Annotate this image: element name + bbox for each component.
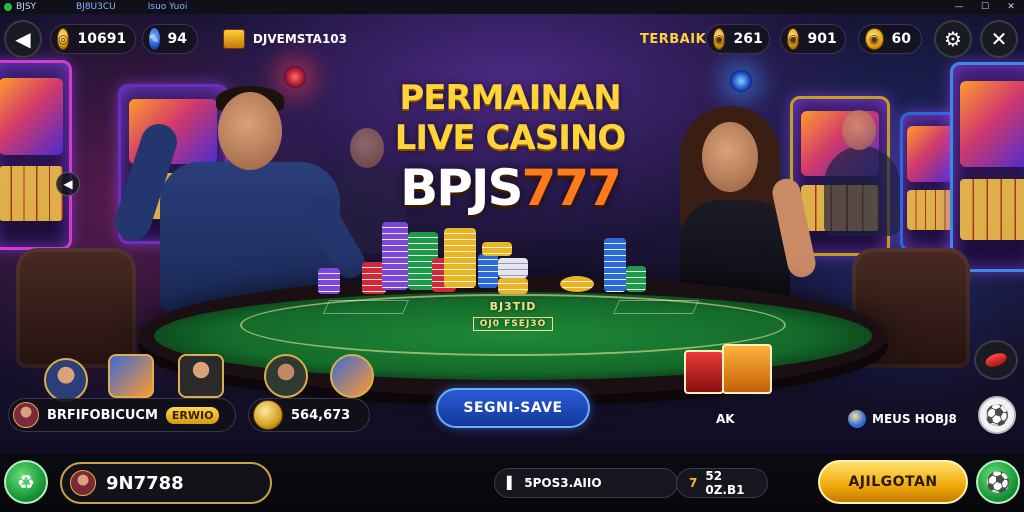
football-button[interactable]: ⚽ (976, 460, 1020, 504)
arrow-left-icon: ◀ (15, 27, 31, 51)
info1-value: 5POS3.AIIO (524, 476, 602, 490)
stat-pill[interactable]: ◉ 60 (858, 24, 922, 54)
chevron-left-icon: ◀ (63, 177, 73, 191)
app-name: BJSY (16, 2, 37, 12)
gem-icon: ✎ (149, 28, 160, 50)
terbaik-label: TERBAIK (640, 32, 707, 47)
segni-save-button[interactable]: SEGNI-SAVE (436, 388, 590, 428)
gear-icon: ⚙ (944, 27, 962, 51)
gold-coin-icon: ◉ (787, 28, 800, 50)
chip-stack (482, 242, 512, 256)
event-pill[interactable]: DJVEMSTA103 (216, 24, 358, 54)
background-patron (820, 110, 900, 236)
recycle-icon: ♻ (17, 470, 35, 494)
gems-value: 94 (167, 31, 187, 47)
hero-brand: BPJS777 (380, 160, 640, 216)
window-tab[interactable]: BJ8U3CU (60, 2, 132, 12)
bet-area (612, 300, 700, 314)
info2-prefix: 7 (689, 476, 698, 490)
window-tab[interactable]: Isuo Yuoi (132, 2, 204, 12)
winnings-amount: 564,673 (291, 407, 351, 423)
chip-stack (626, 266, 646, 292)
stat1-value: 261 (733, 31, 763, 47)
app-title: BJSY (0, 2, 60, 12)
chair (16, 248, 136, 368)
player-name: BRFIFOBICUCM (47, 407, 158, 423)
settings-button[interactable]: ⚙ (934, 20, 972, 58)
coin-icon: ◎ (57, 28, 70, 50)
recycle-button[interactable]: ♻ (4, 460, 48, 504)
info2-value: 52 0Z.B1 (705, 469, 745, 497)
window-close-button[interactable]: ✕ (998, 2, 1024, 12)
player-info[interactable]: BRFIFOBICUCM ERWIO (8, 398, 236, 432)
brand-text-orange: 777 (521, 159, 622, 217)
info-pill[interactable]: ▌ 5POS3.AIIO (494, 468, 678, 498)
player-winnings[interactable]: 564,673 (248, 398, 370, 432)
chip-stack (318, 268, 340, 294)
coin-stack-icon (253, 400, 283, 430)
soccer-ball-button[interactable]: ⚽ (978, 396, 1016, 434)
stat-pill[interactable]: ◉ 261 (706, 24, 770, 54)
casino-scene: BJ3TID OJ0 FSEJ3O (0, 0, 1024, 512)
close-icon: ✕ (990, 27, 1008, 51)
brand-text-white: BPJS (400, 159, 523, 217)
meus-label[interactable]: MEUS HOBJ8 (848, 410, 957, 428)
globe-icon (848, 410, 866, 428)
hero-line-2: LIVE CASINO (394, 118, 626, 158)
user-id: 9N7788 (106, 472, 184, 494)
ajilgotan-button[interactable]: AJILGOTAN (818, 460, 968, 504)
chip-stack (478, 254, 498, 288)
minimize-button[interactable]: — (946, 2, 972, 12)
balance-pill[interactable]: ◎ 10691 (50, 24, 136, 54)
app-icon (4, 3, 12, 11)
slot-machine (950, 62, 1024, 272)
scroll-left-button[interactable]: ◀ (56, 172, 80, 196)
soccer-ball-icon: ⚽ (985, 470, 1011, 494)
stat3-value: 60 (891, 31, 911, 47)
hero-title: PERMAINAN LIVE CASINO BPJS777 (380, 78, 640, 216)
gold-coin-icon: ◉ (713, 28, 726, 50)
spotlight-blue (730, 70, 752, 92)
lips-icon[interactable] (974, 340, 1018, 380)
close-button[interactable]: ✕ (980, 20, 1018, 58)
hero-line-1: PERMAINAN (399, 78, 621, 118)
stat2-value: 901 (807, 31, 837, 47)
chip-stack (444, 228, 476, 288)
female-dealer (640, 100, 820, 310)
soccer-ball-icon: ⚽ (984, 403, 1010, 427)
maximize-button[interactable]: ☐ (972, 2, 998, 12)
gift-avatar[interactable] (330, 354, 374, 398)
window-titlebar: BJSY BJ8U3CU Isuo Yuoi — ☐ ✕ (0, 0, 1024, 14)
avatar (70, 470, 96, 496)
bet-area (322, 300, 410, 314)
chip-stack (498, 258, 528, 278)
chip-stack (604, 238, 626, 292)
table-logo: BJ3TID OJ0 FSEJ3O (446, 300, 580, 331)
gift-boxes-icon[interactable] (678, 330, 778, 410)
chip-stack (382, 222, 408, 290)
meus-text: MEUS HOBJ8 (872, 412, 957, 426)
table-logo-sub: OJ0 FSEJ3O (472, 317, 554, 331)
slot-machine (0, 60, 72, 250)
male-dealer (110, 82, 371, 312)
snack-bowl (560, 276, 594, 292)
bar-icon: ▌ (507, 476, 517, 490)
player-avatar[interactable] (44, 358, 88, 402)
back-button[interactable]: ◀ (4, 20, 42, 58)
cards-avatar[interactable] (108, 354, 154, 398)
user-id-box[interactable]: 9N7788 (60, 462, 272, 504)
info-pill[interactable]: 7 52 0Z.B1 (676, 468, 768, 498)
gold-coin-icon: ◉ (865, 28, 884, 50)
avatar (13, 402, 39, 428)
player-avatar[interactable] (264, 354, 308, 398)
gems-pill[interactable]: ✎ 94 (142, 24, 198, 54)
event-label: DJVEMSTA103 (252, 32, 347, 46)
gift-label: AK (716, 412, 735, 426)
chip-stack (498, 278, 528, 294)
stat-pill[interactable]: ◉ 901 (780, 24, 846, 54)
balance-value: 10691 (77, 31, 127, 47)
treasure-chest-icon (223, 29, 245, 49)
player-avatar[interactable] (178, 354, 224, 398)
player-tag: ERWIO (165, 406, 220, 424)
